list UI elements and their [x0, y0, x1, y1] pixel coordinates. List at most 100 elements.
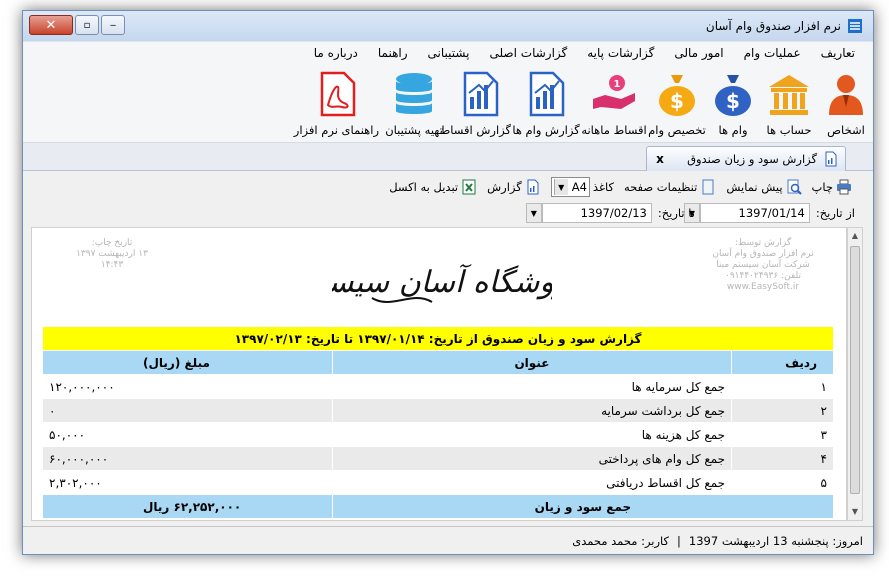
main-toolbar: اشخاص حساب ها $ وام ها $ تخصیص وام 1 اقس…: [23, 63, 873, 143]
report-button[interactable]: گزارش: [484, 179, 544, 195]
tab-close-button[interactable]: x: [653, 152, 667, 166]
stamp-line: گزارش توسط:: [734, 238, 792, 248]
stamp-line: ۱۳ اردیبهشت ۱۳۹۷: [76, 249, 148, 259]
report-stamp-left: تاریخ چاپ: ۱۳ اردیبهشت ۱۳۹۷ ۱۴:۴۳: [62, 238, 162, 271]
paper-size-dropdown[interactable]: A4 ▼: [550, 177, 590, 197]
row-title: جمع کل اقساط دریافتی: [331, 470, 733, 495]
page-settings-button[interactable]: تنظیمات صفحه: [621, 179, 719, 195]
window-title: نرم افزار صندوق وام آسان: [705, 19, 841, 33]
row-number: ۱: [731, 374, 834, 399]
print-label: چاپ: [811, 180, 833, 194]
scroll-thumb[interactable]: [850, 246, 860, 494]
preview-button[interactable]: پیش نمایش: [723, 179, 804, 195]
report-page: گزارش توسط: نرم افزار صندوق وام آسان شرک…: [31, 227, 847, 521]
to-date-value: 1397/02/13: [580, 206, 647, 220]
chevron-down-icon: ▼: [553, 179, 568, 195]
toolbar-loan-report-button[interactable]: گزارش وام ها: [511, 71, 581, 137]
menu-bar: تعاریف عملیات وام امور مالی گزارشات پایه…: [23, 41, 873, 63]
tab-label: گزارش سود و زیان صندوق: [687, 152, 817, 166]
person-icon: [829, 75, 863, 115]
database-icon: [396, 73, 432, 114]
table-row: ۱ جمع کل سرمایه ها ۱۲۰,۰۰۰,۰۰۰: [42, 374, 834, 399]
minimize-button[interactable]: ‒: [101, 15, 125, 35]
toolbar-label: اشخاص: [827, 123, 865, 137]
tab-profit-loss-report[interactable]: گزارش سود و زیان صندوق x: [646, 146, 846, 171]
print-button[interactable]: چاپ: [809, 179, 855, 195]
to-date-group: تا تاریخ: 1397/02/13 ▼: [525, 203, 695, 223]
status-bar: امروز: پنجشنبه 13 اردیبهشت 1397 | کاربر:…: [23, 526, 873, 554]
excel-label: تبدیل به اکسل: [389, 180, 459, 194]
toolbar-label: تخصیص وام: [648, 123, 706, 137]
scroll-down-icon[interactable]: ▼: [848, 505, 862, 519]
menu-main-reports[interactable]: گزارشات اصلی: [479, 46, 577, 60]
scroll-up-icon[interactable]: ▲: [848, 229, 862, 243]
header-amount: مبلغ (ریال): [42, 350, 333, 375]
profit-loss-table: گزارش سود و زیان صندوق از تاریخ: ۱۳۹۷/۰۱…: [42, 326, 835, 519]
store-logo-text: فروشگاه آسان سیستم: [332, 263, 552, 300]
table-row: ۵ جمع کل اقساط دریافتی ۲,۳۰۲,۰۰۰: [42, 470, 834, 495]
header-row-number: ردیف: [731, 350, 834, 375]
table-row: ۴ جمع کل وام های پرداختی ۶۰,۰۰۰,۰۰۰: [42, 446, 834, 471]
menu-loan-operations[interactable]: عملیات وام: [734, 46, 811, 60]
row-amount: ۲,۳۰۲,۰۰۰: [42, 470, 333, 495]
to-date-input[interactable]: 1397/02/13: [541, 203, 652, 223]
vertical-scrollbar[interactable]: ▲ ▼: [847, 227, 863, 521]
store-logo: فروشگاه آسان سیستم: [332, 263, 552, 303]
hand-coin-icon: 1: [593, 75, 635, 109]
menu-basic-reports[interactable]: گزارشات پایه: [577, 46, 664, 60]
menu-financial[interactable]: امور مالی: [664, 46, 733, 60]
status-separator: |: [677, 533, 681, 548]
pdf-icon: [320, 71, 356, 117]
report-small-icon: [527, 179, 539, 195]
status-user: کاربر: محمد محمدی: [572, 533, 670, 548]
stamp-line: تلفن: ۰۹۱۴۴۰۲۴۹۳۶: [725, 271, 801, 281]
toolbar-label: تهیه پشتیبان: [385, 123, 443, 137]
magnifier-icon: [787, 179, 802, 195]
toolbar-installment-report-button[interactable]: گزارش اقساط: [439, 71, 511, 137]
to-date-label: تا تاریخ:: [657, 206, 695, 220]
footer-label: جمع سود و زیان: [331, 494, 835, 519]
table-row: ۳ جمع کل هزینه ها ۵۰,۰۰۰: [42, 422, 834, 447]
report-chart-icon: [463, 71, 499, 117]
svg-text:$: $: [726, 89, 740, 113]
export-excel-button[interactable]: تبدیل به اکسل: [386, 179, 480, 195]
toolbar-installments-button[interactable]: 1 اقساط ماهانه: [581, 71, 647, 137]
toolbar-loans-button[interactable]: $ وام ها: [707, 71, 759, 137]
paper-size-value: A4: [571, 180, 587, 194]
toolbar-label: گزارش اقساط: [439, 123, 511, 137]
row-number: ۵: [731, 470, 834, 495]
toolbar-label: وام ها: [718, 123, 748, 137]
stamp-line: ۱۴:۴۳: [100, 260, 124, 270]
status-today: امروز: پنجشنبه 13 اردیبهشت 1397: [688, 533, 863, 548]
menu-definitions[interactable]: تعاریف: [811, 46, 865, 60]
menu-about[interactable]: درباره ما: [304, 46, 368, 60]
from-date-group: از تاریخ: 1397/01/14 ▼: [683, 203, 855, 223]
toolbar-help-pdf-button[interactable]: راهنمای نرم افزار: [294, 71, 379, 137]
from-date-label: از تاریخ:: [815, 206, 855, 220]
report-toolbar: چاپ پیش نمایش تنظیمات صفحه کاغذ A4 ▼ گزا…: [29, 175, 855, 199]
title-bar: ✕ ▫ ‒ نرم افزار صندوق وام آسان: [23, 11, 873, 41]
maximize-button[interactable]: ▫: [75, 15, 99, 35]
toolbar-backup-button[interactable]: تهیه پشتیبان: [379, 71, 449, 137]
from-date-input[interactable]: 1397/01/14: [699, 203, 810, 223]
row-title: جمع کل وام های پرداختی: [331, 446, 733, 471]
close-window-button[interactable]: ✕: [29, 15, 73, 35]
row-amount: ۱۲۰,۰۰۰,۰۰۰: [42, 374, 333, 399]
table-footer-row: جمع سود و زیان ۶۲,۲۵۲,۰۰۰ ریال: [42, 494, 835, 519]
menu-help[interactable]: راهنما: [368, 46, 418, 60]
to-date-dropdown[interactable]: ▼: [525, 203, 542, 223]
toolbar-accounts-button[interactable]: حساب ها: [759, 71, 819, 137]
toolbar-allocation-button[interactable]: $ تخصیص وام: [647, 71, 707, 137]
toolbar-persons-button[interactable]: اشخاص: [819, 71, 873, 137]
row-number: ۲: [731, 398, 834, 423]
table-title: گزارش سود و زیان صندوق از تاریخ: ۱۳۹۷/۰۱…: [42, 326, 834, 351]
stamp-line: نرم افزار صندوق وام آسان: [712, 249, 814, 259]
row-title: جمع کل سرمایه ها: [331, 374, 733, 399]
menu-support[interactable]: پشتیبانی: [418, 46, 480, 60]
app-logo-icon: [848, 19, 862, 33]
toolbar-label: حساب ها: [766, 123, 812, 137]
footer-amount: ۶۲,۲۵۲,۰۰۰ ریال: [42, 494, 333, 519]
row-number: ۳: [731, 422, 834, 447]
app-window: ✕ ▫ ‒ نرم افزار صندوق وام آسان تعاریف عم…: [22, 10, 874, 555]
paper-selector: کاغذ A4 ▼: [548, 177, 617, 197]
